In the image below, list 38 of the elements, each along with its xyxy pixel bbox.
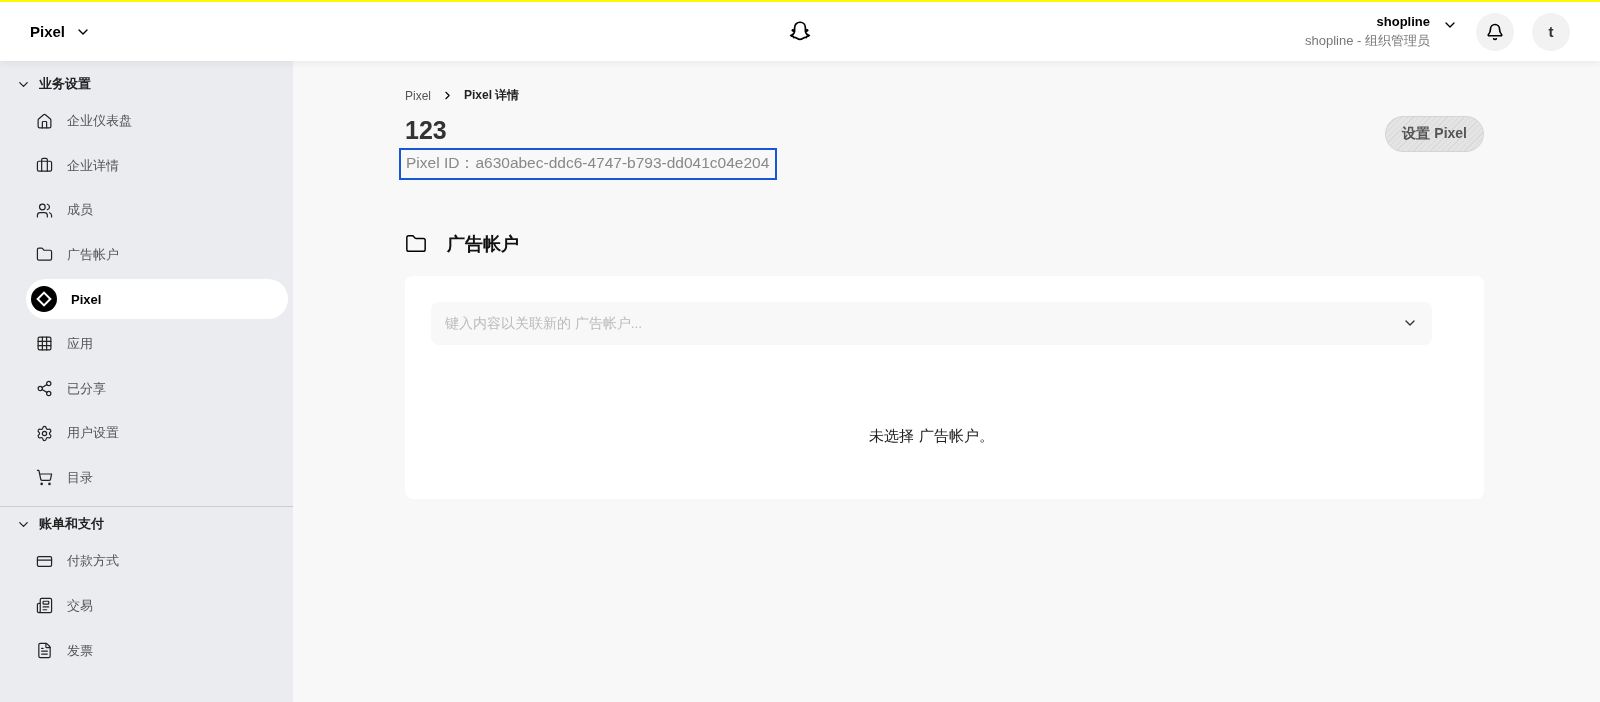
folder-icon — [405, 233, 427, 255]
sidebar-item[interactable]: 成员 — [26, 190, 288, 231]
sidebar-item[interactable]: 应用 — [26, 323, 288, 364]
folder-icon — [36, 246, 53, 264]
sidebar-item[interactable]: Pixel — [26, 279, 288, 320]
notifications-button[interactable] — [1476, 12, 1514, 51]
app-title: Pixel — [30, 23, 66, 40]
sidebar-group-header[interactable]: 账单和支付 — [0, 507, 120, 542]
sidebar-item[interactable]: 广告帐户 — [26, 234, 288, 275]
settings-icon — [36, 424, 53, 442]
page-title: 123 — [405, 116, 448, 145]
account-role: shopline - 组织管理员 — [1305, 31, 1430, 50]
sidebar-item[interactable]: 用户设置 — [26, 413, 288, 454]
briefcase-icon — [36, 157, 53, 175]
account-name[interactable]: shopline — [1376, 13, 1430, 29]
cart-icon — [36, 469, 53, 487]
sidebar-item[interactable]: 目录 — [26, 457, 288, 498]
people-icon — [36, 201, 53, 219]
sidebar-item[interactable]: 已分享 — [26, 368, 288, 409]
empty-message: 未选择 广告帐户。 — [869, 427, 994, 446]
receipt-icon — [36, 597, 53, 615]
bell-icon[interactable] — [1486, 22, 1504, 41]
share-icon — [36, 380, 53, 398]
ad-account-select[interactable]: 键入内容以关联新的 广告帐户... — [431, 302, 1432, 345]
section-title: 广告帐户 — [447, 233, 519, 256]
sidebar-item[interactable]: 付款方式 — [26, 541, 288, 582]
breadcrumb-item: Pixel 详情 — [464, 87, 520, 104]
sidebar-group-header[interactable]: 业务设置 — [0, 67, 107, 101]
home-icon — [36, 112, 53, 130]
avatar-button[interactable]: t — [1532, 12, 1570, 51]
invoice-icon — [36, 642, 53, 660]
breadcrumb-item[interactable]: Pixel — [405, 88, 431, 103]
pixel-id: Pixel ID：a630abec-ddc6-4747-b793-dd041c04e204 — [399, 148, 778, 180]
grid-icon — [36, 335, 53, 353]
sidebar-item[interactable]: 交易 — [26, 585, 288, 626]
sidebar-item[interactable]: 发票 — [26, 630, 288, 671]
sidebar-item[interactable]: 企业详情 — [26, 145, 288, 186]
sidebar-item[interactable]: 企业仪表盘 — [26, 101, 288, 141]
